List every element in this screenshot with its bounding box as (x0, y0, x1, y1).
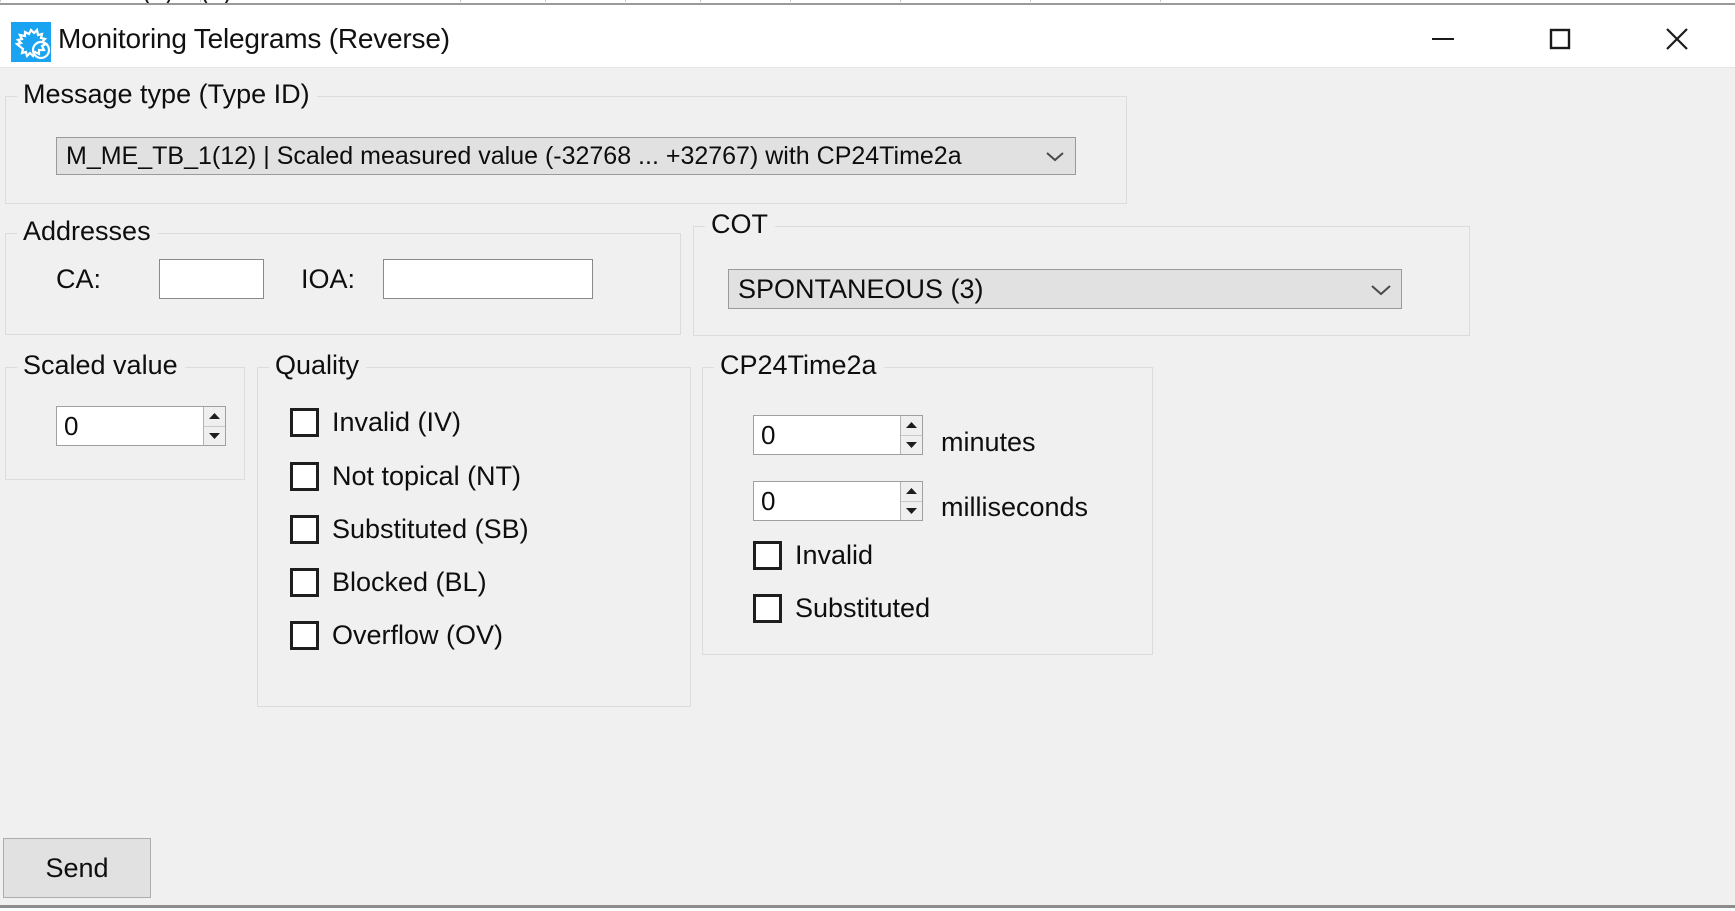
quality-checkbox-label: Overflow (OV) (332, 620, 504, 650)
quality-checkbox-invalid[interactable]: Invalid (IV) (290, 407, 461, 438)
addresses-legend: Addresses (17, 216, 158, 246)
maximize-button[interactable] (1521, 10, 1599, 67)
cp24-checkbox-invalid[interactable]: Invalid (753, 540, 873, 571)
stepper-up-icon[interactable] (901, 416, 922, 436)
close-button[interactable] (1638, 10, 1716, 67)
send-button[interactable]: Send (3, 838, 151, 898)
chevron-down-icon (1361, 282, 1401, 297)
checkbox-box[interactable] (290, 515, 319, 544)
checkbox-box[interactable] (753, 594, 782, 623)
stepper-up-icon[interactable] (901, 482, 922, 502)
message-type-legend: Message type (Type ID) (17, 79, 317, 109)
ioa-input[interactable] (383, 259, 593, 299)
message-type-selected-value: M_ME_TB_1(12) | Scaled measured value (-… (66, 141, 962, 170)
cot-legend: COT (705, 209, 775, 239)
cp24-invalid-label: Invalid (795, 540, 874, 570)
title-bar: Monitoring Telegrams (Reverse) (0, 5, 1735, 68)
cp24-minutes-input[interactable]: 0 (754, 416, 900, 454)
cp24-checkbox-substituted[interactable]: Substituted (753, 593, 930, 624)
application-window: _ _ _ (_) _ (_) Monitoring Telegrams (Re… (0, 0, 1735, 911)
cot-combobox[interactable]: SPONTANEOUS (3) (728, 269, 1402, 309)
chevron-down-icon (1035, 149, 1075, 163)
cp24time2a-legend: CP24Time2a (714, 350, 884, 380)
addresses-group: Addresses CA: IOA: (5, 216, 681, 335)
cp24-minutes-unit-label: minutes (941, 427, 1036, 457)
cp24-minutes-spinbox[interactable]: 0 (753, 415, 923, 455)
scaled-value-legend: Scaled value (17, 350, 185, 380)
scaled-value-spinbox[interactable]: 0 (56, 406, 226, 446)
scaled-value-stepper[interactable] (203, 407, 225, 445)
message-type-group: Message type (Type ID) M_ME_TB_1(12) | S… (5, 79, 1127, 204)
quality-checkbox-label: Blocked (BL) (332, 567, 487, 597)
app-gear-icon (11, 22, 51, 62)
quality-checkbox-not-topical[interactable]: Not topical (NT) (290, 461, 521, 492)
cp24-substituted-label: Substituted (795, 593, 931, 623)
quality-group: Quality Invalid (IV) Not topical (NT) Su… (257, 350, 691, 707)
quality-checkbox-label: Not topical (NT) (332, 461, 522, 491)
quality-checkbox-label: Substituted (SB) (332, 514, 529, 544)
cp24-minutes-stepper[interactable] (900, 416, 922, 454)
ca-label: CA: (56, 264, 102, 294)
quality-checkbox-blocked[interactable]: Blocked (BL) (290, 567, 487, 598)
checkbox-box[interactable] (290, 621, 319, 650)
message-type-combobox[interactable]: M_ME_TB_1(12) | Scaled measured value (-… (56, 137, 1076, 175)
stepper-down-icon[interactable] (901, 435, 922, 454)
checkbox-box[interactable] (290, 408, 319, 437)
window-title: Monitoring Telegrams (Reverse) (58, 23, 450, 54)
cp24-milliseconds-spinbox[interactable]: 0 (753, 481, 923, 521)
checkbox-box[interactable] (290, 568, 319, 597)
cot-selected-value: SPONTANEOUS (3) (738, 273, 984, 304)
cp24-milliseconds-stepper[interactable] (900, 482, 922, 520)
cp24-milliseconds-unit-label: milliseconds (941, 492, 1089, 522)
stepper-down-icon[interactable] (204, 426, 225, 445)
ioa-label: IOA: (301, 264, 356, 294)
quality-checkbox-substituted[interactable]: Substituted (SB) (290, 514, 529, 545)
checkbox-box[interactable] (290, 462, 319, 491)
stepper-down-icon[interactable] (901, 501, 922, 520)
cot-group: COT SPONTANEOUS (3) (693, 209, 1470, 336)
minimize-button[interactable] (1404, 10, 1482, 67)
ca-input[interactable] (159, 259, 264, 299)
quality-legend: Quality (269, 350, 367, 380)
stepper-up-icon[interactable] (204, 407, 225, 427)
quality-checkbox-label: Invalid (IV) (332, 407, 462, 437)
quality-checkbox-overflow[interactable]: Overflow (OV) (290, 620, 503, 651)
cp24-milliseconds-input[interactable]: 0 (754, 482, 900, 520)
scaled-value-input[interactable]: 0 (57, 407, 203, 445)
checkbox-box[interactable] (753, 541, 782, 570)
scaled-value-group: Scaled value 0 (5, 350, 245, 480)
